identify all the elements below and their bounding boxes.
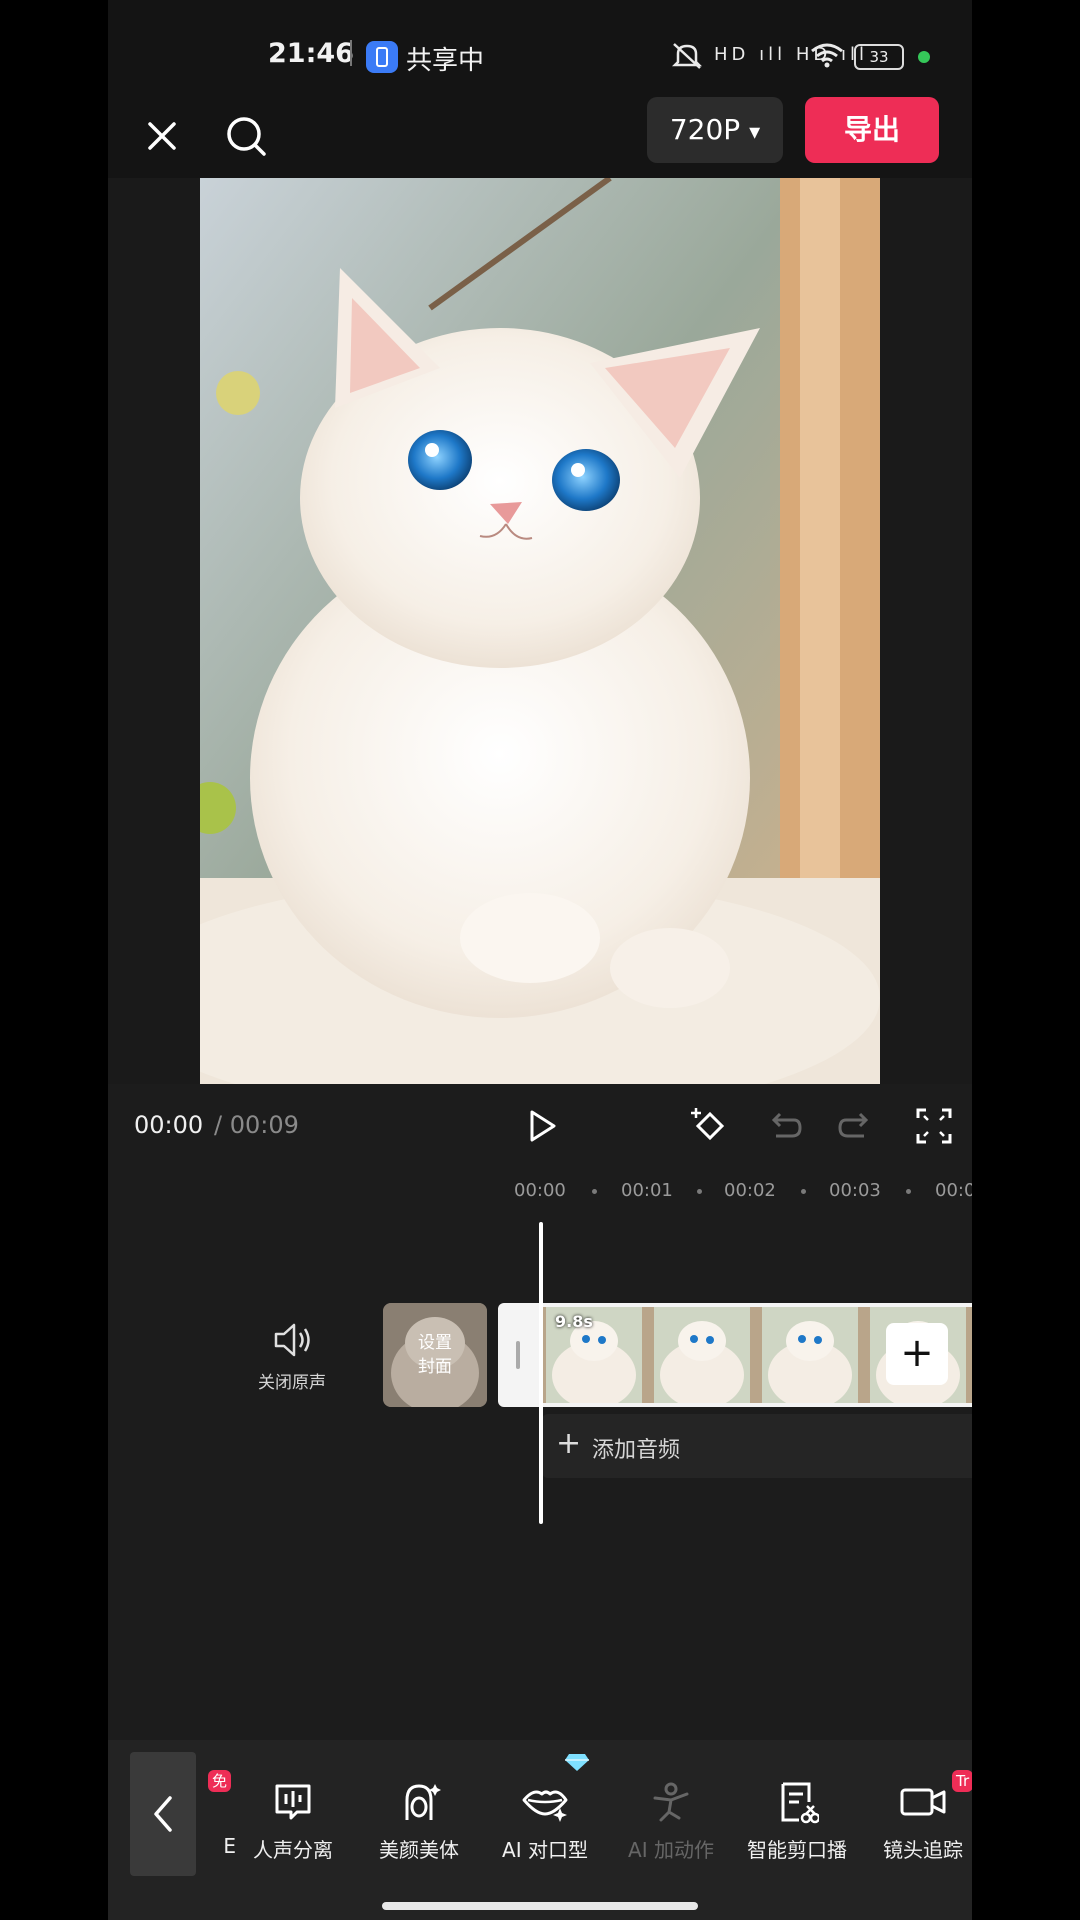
tool-ai-lip-sync[interactable]: AI 对口型: [490, 1754, 600, 1880]
status-separator: [350, 40, 352, 66]
top-bar: 720P ▾ 导出: [108, 92, 972, 178]
clip-trim-handle[interactable]: [498, 1303, 540, 1407]
current-time: 00:00: [134, 1111, 204, 1139]
tool-label: 智能剪口播: [747, 1838, 847, 1862]
speaker-icon[interactable]: [272, 1320, 316, 1360]
status-share-label: 共享中: [406, 46, 485, 76]
privacy-dot-icon: [918, 51, 930, 63]
chevron-down-icon: ▾: [749, 120, 761, 145]
ruler-dot: [697, 1189, 702, 1194]
keyframe-icon[interactable]: [688, 1104, 732, 1148]
tool-beauty[interactable]: 美颜美体: [364, 1780, 474, 1880]
add-audio-button[interactable]: + 添加音频: [542, 1414, 972, 1478]
screen-share-icon: [366, 41, 398, 73]
chevron-left-icon: [154, 1796, 172, 1832]
ruler-dot: [801, 1189, 806, 1194]
ruler-label: 00:0: [935, 1180, 972, 1201]
mute-bell-icon: [671, 43, 703, 69]
camera-tracking-icon: [900, 1788, 946, 1816]
video-frame-image: [200, 178, 880, 1084]
search-icon[interactable]: [218, 108, 274, 164]
mute-original-label[interactable]: 关闭原声: [258, 1368, 326, 1393]
plus-icon: +: [556, 1426, 582, 1461]
smart-cut-icon: [781, 1782, 819, 1824]
tool-smart-cut[interactable]: 智能剪口播: [742, 1780, 852, 1880]
tool-label: AI 对口型: [502, 1838, 588, 1862]
tool-camera-tracking[interactable]: Tr 镜头追踪: [868, 1770, 972, 1880]
undo-icon[interactable]: [762, 1104, 806, 1148]
ruler-dot: [906, 1189, 911, 1194]
diamond-icon: [565, 1754, 589, 1771]
close-icon[interactable]: [134, 108, 190, 164]
voice-separation-icon: [275, 1784, 311, 1820]
timeline[interactable]: 00:00 00:01 00:02 00:03 00:0 关闭原声 设置 封面: [108, 1170, 972, 1740]
ruler-label: 00:00: [514, 1180, 566, 1201]
total-time: / 00:09: [214, 1111, 299, 1139]
status-bar: 21:46 共享中 HD ıll HD ıll 33: [108, 0, 972, 92]
toolbar-back-button[interactable]: [130, 1752, 196, 1876]
editor-screen: 21:46 共享中 HD ıll HD ıll 33 720P ▾ 导出 00:…: [108, 0, 972, 1920]
fullscreen-icon[interactable]: [912, 1104, 956, 1148]
ruler-dot: [592, 1189, 597, 1194]
ai-motion-icon: [653, 1782, 689, 1822]
tool-voice-separation[interactable]: 人声分离: [238, 1780, 348, 1880]
cell-signal-icon: HD ıll HD ıll: [714, 44, 868, 65]
ruler-label: 00:03: [829, 1180, 881, 1201]
wifi-icon: [811, 43, 843, 68]
set-cover-label: 设置 封面: [418, 1333, 452, 1377]
clip-duration-label: 9.8s: [555, 1312, 593, 1331]
play-icon[interactable]: [520, 1104, 564, 1148]
tool-label: 镜头追踪: [883, 1838, 963, 1862]
battery-icon: 33: [854, 44, 904, 70]
beauty-icon: [405, 1784, 441, 1820]
ruler-label: 00:02: [724, 1180, 776, 1201]
home-indicator[interactable]: [382, 1902, 698, 1910]
resolution-dropdown[interactable]: 720P ▾: [647, 97, 783, 163]
resolution-value: 720P: [669, 113, 741, 146]
add-audio-label: 添加音频: [592, 1438, 681, 1463]
lips-icon: [522, 1790, 568, 1822]
ruler-label: 00:01: [621, 1180, 673, 1201]
player-controls: 00:00 / 00:09: [108, 1084, 972, 1170]
trial-badge: Tr: [952, 1770, 972, 1792]
add-clip-button[interactable]: +: [886, 1323, 948, 1385]
set-cover-button[interactable]: 设置 封面: [383, 1303, 487, 1407]
tool-label: 美颜美体: [379, 1838, 459, 1862]
free-badge: 免: [208, 1770, 232, 1792]
status-time: 21:46: [268, 38, 354, 69]
bottom-toolbar: 免 E 人声分离 美颜美体 AI 对口型 AI 加动作 智能剪口播 Tr 镜头追…: [108, 1740, 972, 1920]
tool-label: 人声分离: [253, 1838, 333, 1862]
video-preview[interactable]: [108, 178, 972, 1084]
tool-label: AI 加动作: [628, 1838, 714, 1862]
tool-ai-motion[interactable]: AI 加动作: [616, 1780, 726, 1880]
export-button[interactable]: 导出: [805, 97, 939, 163]
redo-icon[interactable]: [834, 1104, 878, 1148]
playhead[interactable]: [539, 1222, 543, 1524]
